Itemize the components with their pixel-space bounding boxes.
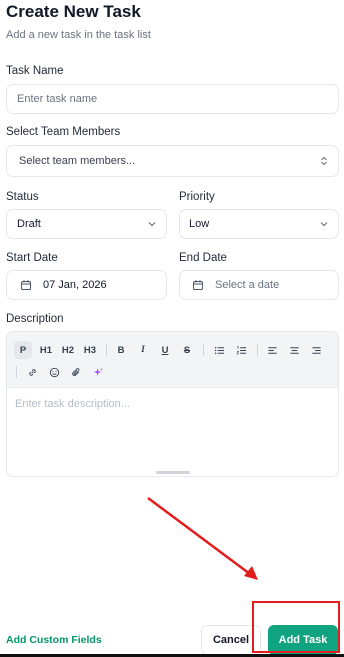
description-editor[interactable]: P H1 H2 H3 B I U S Enter task descriptio… xyxy=(6,331,339,477)
chevron-up-down-icon xyxy=(321,156,327,166)
ordered-list-icon xyxy=(236,345,246,354)
end-date-picker[interactable]: Select a date xyxy=(179,270,339,300)
task-name-input[interactable]: Enter task name xyxy=(6,84,339,114)
priority-label: Priority xyxy=(179,191,215,203)
calendar-icon xyxy=(193,280,203,290)
page-title: Create New Task xyxy=(6,2,141,21)
add-task-button[interactable]: Add Task xyxy=(268,625,338,655)
align-center-icon xyxy=(289,346,299,354)
description-placeholder: Enter task description... xyxy=(15,398,130,410)
start-date-label: Start Date xyxy=(6,252,58,264)
align-right-button[interactable] xyxy=(307,341,325,359)
resize-handle[interactable] xyxy=(156,471,190,474)
description-label: Description xyxy=(6,313,64,325)
paragraph-button[interactable]: P xyxy=(14,341,32,359)
emoji-button[interactable] xyxy=(45,363,63,381)
heading2-button[interactable]: H2 xyxy=(59,341,77,359)
attachment-button[interactable] xyxy=(67,363,85,381)
chevron-down-icon xyxy=(148,222,156,227)
emoji-icon xyxy=(49,367,59,377)
toolbar-separator xyxy=(203,344,204,356)
team-members-placeholder: Select team members... xyxy=(19,155,136,167)
italic-button[interactable]: I xyxy=(134,341,152,359)
priority-value: Low xyxy=(189,218,210,230)
chevron-down-icon xyxy=(320,222,328,227)
ai-assist-button[interactable] xyxy=(89,363,107,381)
end-date-placeholder: Select a date xyxy=(215,279,280,291)
toolbar-separator xyxy=(257,344,258,356)
page-subtitle: Add a new task in the task list xyxy=(6,29,151,41)
sparkles-icon xyxy=(93,367,103,376)
link-icon xyxy=(28,368,36,376)
start-date-value: 07 Jan, 2026 xyxy=(43,279,107,291)
align-center-button[interactable] xyxy=(285,341,303,359)
add-custom-fields-link[interactable]: Add Custom Fields xyxy=(6,634,102,646)
toolbar-separator xyxy=(16,366,17,378)
heading1-button[interactable]: H1 xyxy=(37,341,55,359)
start-date-picker[interactable]: 07 Jan, 2026 xyxy=(6,270,167,300)
paperclip-icon xyxy=(71,367,79,376)
priority-select[interactable]: Low xyxy=(179,209,339,239)
bold-button[interactable]: B xyxy=(112,341,130,359)
bullet-list-icon xyxy=(214,346,224,354)
editor-toolbar: P H1 H2 H3 B I U S xyxy=(7,332,338,388)
status-select[interactable]: Draft xyxy=(6,209,167,239)
team-members-label: Select Team Members xyxy=(6,126,121,138)
ordered-list-button[interactable] xyxy=(232,341,250,359)
end-date-label: End Date xyxy=(179,252,227,264)
team-members-select[interactable]: Select team members... xyxy=(6,145,339,177)
link-button[interactable] xyxy=(23,363,41,381)
calendar-icon xyxy=(21,280,31,290)
align-left-icon xyxy=(267,346,277,354)
status-value: Draft xyxy=(17,218,41,230)
strikethrough-button[interactable]: S xyxy=(178,341,196,359)
task-name-label: Task Name xyxy=(6,65,64,77)
status-label: Status xyxy=(6,191,39,203)
align-right-icon xyxy=(311,346,321,354)
task-name-placeholder: Enter task name xyxy=(17,93,98,105)
heading3-button[interactable]: H3 xyxy=(81,341,99,359)
underline-button[interactable]: U xyxy=(156,341,174,359)
bullet-list-button[interactable] xyxy=(210,341,228,359)
toolbar-separator xyxy=(106,344,107,356)
align-left-button[interactable] xyxy=(263,341,281,359)
cancel-button[interactable]: Cancel xyxy=(201,625,261,655)
